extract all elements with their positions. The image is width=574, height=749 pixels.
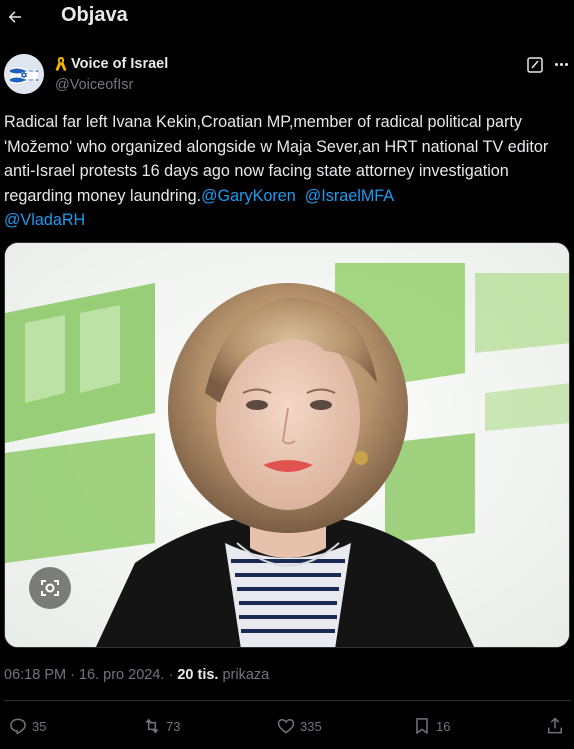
reply-button[interactable]: 35 [8,716,46,736]
lens-button[interactable] [29,567,71,609]
yellow-ribbon-icon [55,57,67,71]
tweet-meta: 06:18 PM · 16. pro 2024. · 20 tis. prika… [4,667,269,683]
bookmark-button[interactable]: 16 [412,716,450,736]
edit-icon [527,57,543,73]
repost-icon [145,718,159,734]
mention-israelmfa[interactable]: @IsraelMFA [305,187,394,205]
portrait-photo [5,243,569,647]
mention-garykoren[interactable]: @GaryKoren [201,187,296,205]
avatar[interactable] [4,54,44,94]
israel-flag-icon [4,54,44,94]
user-handle[interactable]: @VoiceofIsr [55,77,133,93]
tweet-author: Voice of Israel @VoiceofIsr [4,54,570,98]
like-button[interactable]: 335 [276,716,322,736]
back-arrow-icon [8,11,21,23]
lens-icon [41,580,59,596]
divider [4,700,570,701]
back-button[interactable] [4,4,26,30]
action-bar: 35 73 335 16 [0,712,574,742]
bookmark-count: 16 [436,718,451,734]
more-button[interactable] [552,54,570,74]
like-icon [277,719,295,734]
tweet-time[interactable]: 06:18 PM [4,667,66,683]
share-icon [548,717,562,734]
meta-separator: · [164,667,178,683]
reply-icon [10,718,26,735]
display-name: Voice of Israel [71,56,169,72]
share-button[interactable] [545,716,565,736]
views-label: prikaza [222,667,270,683]
mention-vladarh[interactable]: @VladaRH [4,211,85,229]
tweet-photo[interactable] [4,242,570,648]
reply-count: 35 [32,718,47,734]
display-name-link[interactable]: Voice of Israel [54,56,168,72]
more-icon [554,62,568,66]
repost-count: 73 [166,718,181,734]
bookmark-icon [416,718,428,734]
edit-button[interactable] [526,56,544,74]
tweet-text: Radical far left Ivana Kekin,Croatian MP… [4,110,570,233]
views-count: 20 tis. [177,667,219,683]
meta-separator: · [66,667,79,683]
page-header: Objava [0,0,574,36]
page-title: Objava [61,4,128,26]
repost-button[interactable]: 73 [142,716,180,736]
like-count: 335 [300,718,322,734]
tweet-date[interactable]: 16. pro 2024. [79,667,164,683]
